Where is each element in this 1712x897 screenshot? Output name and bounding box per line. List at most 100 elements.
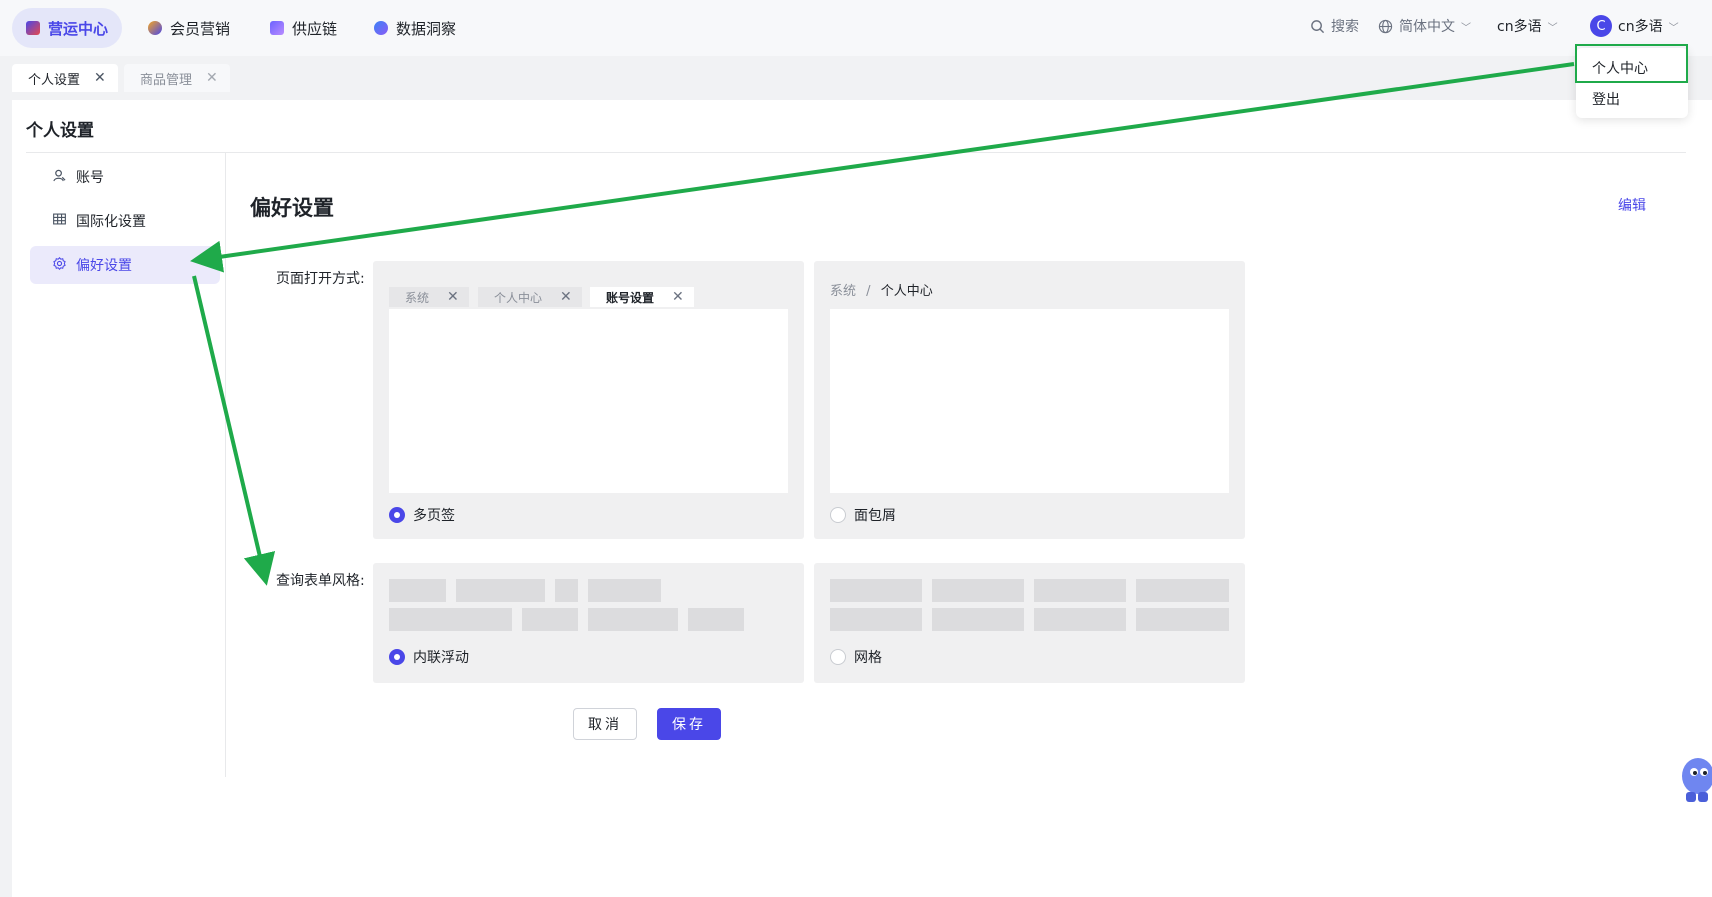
radio-label: 内联浮动 [413, 650, 469, 666]
edit-link[interactable]: 编辑 [1618, 195, 1646, 215]
ops-center-icon [26, 21, 40, 35]
search-label: 搜索 [1331, 19, 1359, 35]
table-icon [52, 213, 66, 229]
supply-chain-icon [270, 21, 284, 35]
page-tab-strip: 个人设置 ✕ 商品管理 ✕ [0, 56, 1712, 100]
preview-tab-active: 账号设置 ✕ [590, 287, 694, 307]
preview-tab-label: 个人中心 [494, 290, 543, 305]
breadcrumb-root: 系统 [830, 284, 857, 299]
section-title: 偏好设置 [250, 196, 334, 220]
radio-unchecked-icon [830, 507, 846, 523]
form-field-placeholder [522, 608, 578, 631]
radio-inline-float[interactable]: 内联浮动 [389, 647, 469, 667]
member-marketing-icon [148, 21, 162, 35]
preview-tab-label: 账号设置 [606, 290, 655, 305]
page-tab-personal-settings[interactable]: 个人设置 ✕ [12, 64, 118, 92]
nav-tab-member-marketing[interactable]: 会员营销 [134, 8, 244, 48]
form-field-placeholder [389, 579, 446, 602]
page-tab-product-management[interactable]: 商品管理 ✕ [124, 64, 230, 92]
user-name: cn多语 [1618, 19, 1663, 35]
annotation-highlight-box [1575, 44, 1688, 83]
form-field-placeholder [456, 579, 545, 602]
menu-item-logout[interactable]: 登出 [1592, 89, 1620, 109]
sidebar-item-label: 账号 [76, 170, 104, 186]
form-field-placeholder [588, 579, 661, 602]
nav-tab-ops-center[interactable]: 营运中心 [12, 8, 123, 48]
page-tab-label: 个人设置 [28, 72, 81, 88]
sidebar-item-label: 国际化设置 [76, 214, 146, 230]
preview-tab-label: 系统 [405, 290, 430, 305]
form-field-placeholder [389, 608, 512, 631]
nav-tab-label: 会员营销 [170, 19, 231, 38]
settings-card: 个人设置 账号 国际化设置 偏好设置 偏好设置 编辑 页面打开方式: 系统 ✕ 个… [12, 100, 1712, 897]
preview-tab: 个人中心 ✕ [478, 287, 582, 307]
sidebar-item-i18n[interactable]: 国际化设置 [30, 202, 220, 240]
form-field-placeholder [688, 608, 744, 631]
close-icon[interactable]: ✕ [94, 70, 106, 86]
form-field-placeholder [932, 579, 1024, 602]
globe-icon [1378, 19, 1393, 33]
nav-tab-supply-chain[interactable]: 供应链 [256, 8, 351, 48]
form-field-placeholder [588, 608, 678, 631]
form-field-placeholder [1034, 608, 1126, 631]
search-button[interactable]: 搜索 [1310, 0, 1359, 52]
divider [26, 152, 1686, 153]
nav-tab-label: 供应链 [292, 19, 338, 38]
close-icon: ✕ [560, 289, 572, 305]
chevron-down-icon: ﹀ [1668, 22, 1679, 34]
breadcrumb-separator: / [866, 284, 871, 299]
page-tab-label: 商品管理 [140, 72, 193, 88]
radio-multi-tab[interactable]: 多页签 [389, 505, 455, 525]
close-icon: ✕ [447, 289, 459, 305]
form-field-placeholder [830, 579, 922, 602]
radio-checked-icon [389, 649, 405, 665]
close-icon: ✕ [672, 289, 684, 305]
locale-selector[interactable]: cn多语 ﹀ [1497, 0, 1558, 52]
radio-checked-icon [389, 507, 405, 523]
assistant-mascot-icon[interactable] [1672, 750, 1712, 806]
chevron-down-icon: ﹀ [1461, 22, 1471, 34]
radio-breadcrumb[interactable]: 面包屑 [830, 505, 896, 525]
radio-label: 多页签 [413, 508, 455, 524]
open-mode-label: 页面打开方式: [276, 271, 365, 287]
close-icon[interactable]: ✕ [206, 70, 218, 86]
divider [225, 153, 226, 777]
preview-content-area [389, 309, 788, 493]
form-style-label: 查询表单风格: [276, 573, 365, 589]
cancel-button[interactable]: 取消 [573, 708, 637, 740]
inline-float-option-card[interactable]: 内联浮动 [373, 563, 804, 683]
grid-option-card[interactable]: 网格 [814, 563, 1245, 683]
page-title: 个人设置 [26, 121, 94, 141]
language-label: 简体中文 [1399, 19, 1455, 35]
sidebar-item-label: 偏好设置 [76, 258, 132, 274]
gear-icon [52, 256, 66, 274]
nav-tab-label: 数据洞察 [396, 19, 457, 38]
form-field-placeholder [555, 579, 578, 602]
search-icon [1311, 19, 1325, 33]
radio-label: 面包屑 [854, 508, 896, 524]
chevron-down-icon: ﹀ [1547, 22, 1558, 34]
nav-tab-data-insight[interactable]: 数据洞察 [360, 8, 470, 48]
top-navigation-bar: 营运中心 会员营销 供应链 数据洞察 搜索 简体中文 ﹀ cn多语 ﹀ C cn… [0, 0, 1712, 56]
radio-grid[interactable]: 网格 [830, 647, 882, 667]
sidebar-item-account[interactable]: 账号 [30, 158, 220, 196]
language-selector[interactable]: 简体中文 ﹀ [1378, 0, 1471, 52]
preview-tab: 系统 ✕ [389, 287, 469, 307]
form-field-placeholder [932, 608, 1024, 631]
form-field-placeholder [830, 608, 922, 631]
user-icon [52, 169, 66, 186]
form-field-placeholder [1136, 579, 1229, 602]
breadcrumb-option-card[interactable]: 系统 / 个人中心 面包屑 [814, 261, 1245, 539]
multi-tab-option-card[interactable]: 系统 ✕ 个人中心 ✕ 账号设置 ✕ 多页签 [373, 261, 804, 539]
locale-label: cn多语 [1497, 19, 1542, 35]
radio-unchecked-icon [830, 649, 846, 665]
data-insight-icon [374, 21, 388, 35]
sidebar-item-preferences[interactable]: 偏好设置 [30, 246, 220, 284]
save-button[interactable]: 保存 [657, 708, 721, 740]
form-field-placeholder [1136, 608, 1229, 631]
nav-tab-label: 营运中心 [48, 19, 109, 38]
breadcrumb-leaf: 个人中心 [880, 284, 933, 299]
radio-label: 网格 [854, 650, 882, 666]
breadcrumb-preview: 系统 / 个人中心 [830, 280, 933, 299]
form-field-placeholder [1034, 579, 1126, 602]
